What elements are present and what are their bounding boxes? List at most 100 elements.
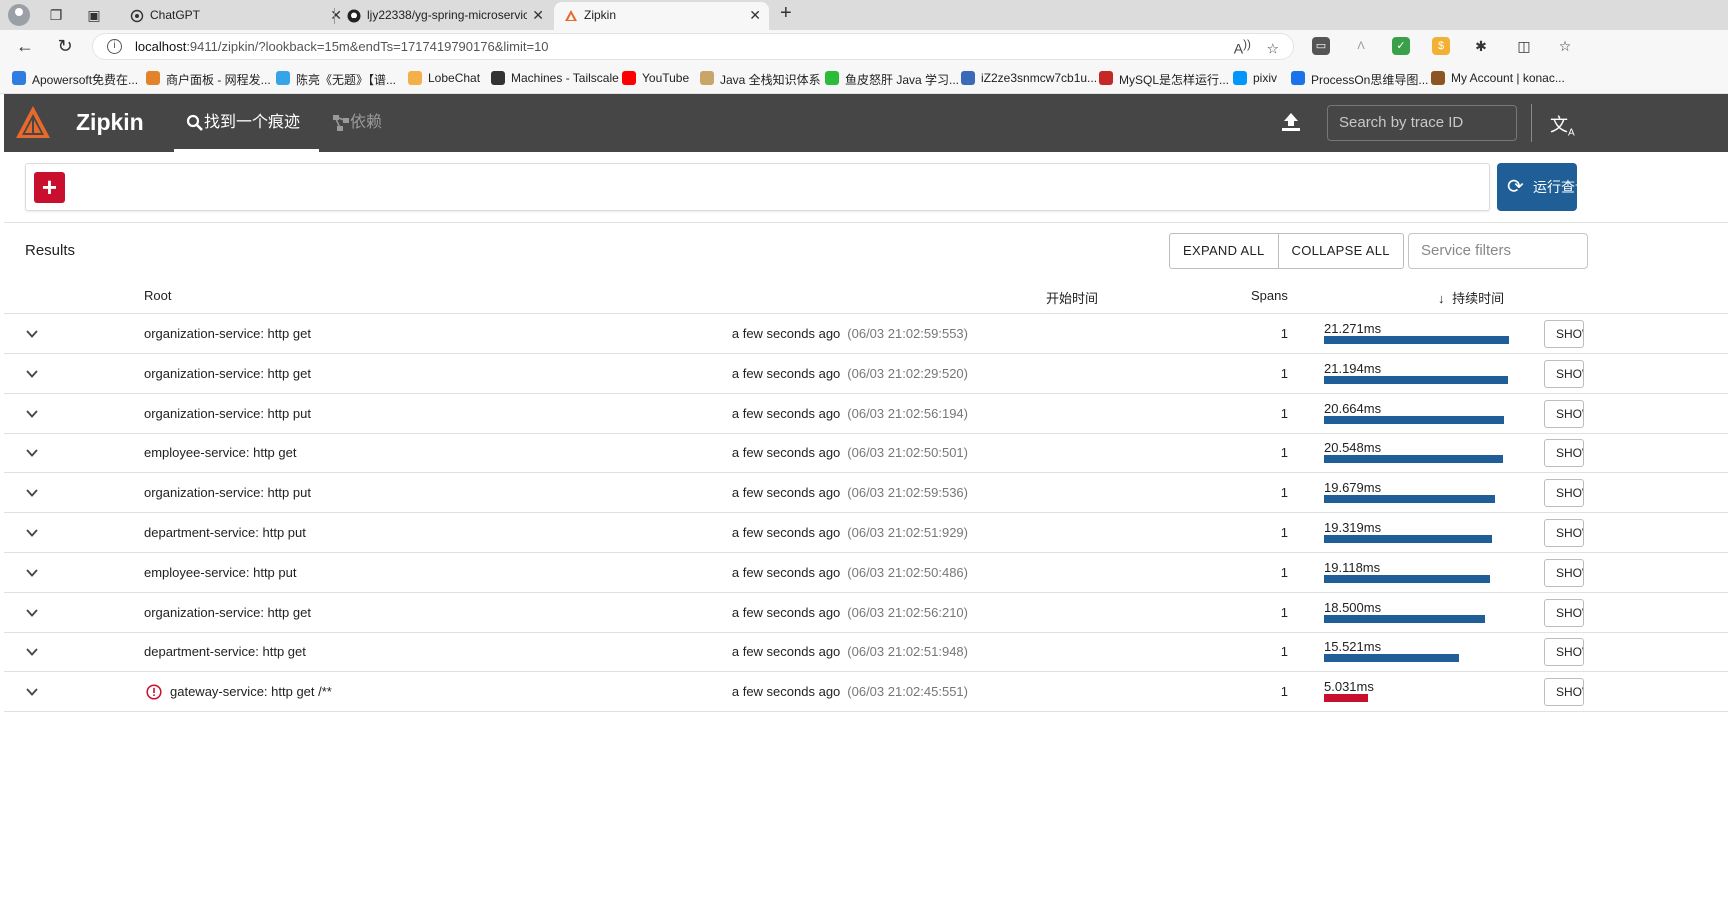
table-row[interactable]: organization-service: http put a few seco… — [4, 473, 1728, 514]
extension-shield-icon[interactable]: ✓ — [1392, 37, 1410, 55]
show-trace-button[interactable]: SHOW — [1544, 598, 1584, 627]
bookmark-item[interactable]: 商户面板 - 网程发... — [146, 71, 271, 88]
bookmark-item[interactable]: 陈亮《无题》【谱... — [276, 71, 396, 88]
chevron-down-icon[interactable] — [26, 368, 38, 380]
split-screen-icon[interactable]: ◫ — [1515, 37, 1533, 55]
table-row[interactable]: department-service: http get a few second… — [4, 632, 1728, 673]
chevron-down-icon[interactable] — [26, 408, 38, 420]
chevron-down-icon[interactable] — [26, 447, 38, 459]
chevron-down-icon[interactable] — [26, 487, 38, 499]
relative-time: a few seconds ago — [731, 564, 841, 580]
nav-dependencies[interactable]: 依赖 — [320, 94, 420, 152]
show-trace-button[interactable]: SHOW — [1544, 638, 1584, 667]
bookmark-item[interactable]: Java 全栈知识体系 — [700, 71, 821, 88]
table-row[interactable]: gateway-service: http get /** a few secon… — [4, 672, 1728, 713]
language-icon[interactable]: 文A — [1550, 111, 1575, 139]
bookmark-favicon-icon — [408, 71, 422, 85]
nav-find-trace[interactable]: 找到一个痕迹 — [174, 94, 319, 152]
duration-bar — [1324, 336, 1509, 344]
vertical-tabs-icon[interactable]: ▣ — [85, 6, 103, 24]
run-query-button[interactable]: ⟳ 运行查询 — [1497, 163, 1577, 211]
show-trace-button[interactable]: SHOW — [1544, 678, 1584, 707]
chevron-down-icon[interactable] — [26, 527, 38, 539]
show-trace-button[interactable]: SHOW — [1544, 320, 1584, 348]
bookmark-item[interactable]: iZ2ze3snmcw7cb1u... — [961, 71, 1097, 85]
refresh-icon: ⟳ — [1507, 176, 1524, 198]
chevron-down-icon[interactable] — [26, 567, 38, 579]
column-duration[interactable]: ↓ 持续时间 — [1438, 288, 1504, 307]
back-arrow-icon[interactable]: ← — [14, 35, 36, 57]
zipkin-logo-icon[interactable] — [14, 104, 52, 142]
show-trace-button[interactable]: SHOW — [1544, 479, 1584, 508]
bookmark-item[interactable]: pixiv — [1233, 71, 1277, 85]
close-tab-icon[interactable]: ✕ — [532, 2, 544, 28]
read-aloud-favorite-icons[interactable]: A)) ☆ — [1234, 38, 1279, 58]
site-info-icon[interactable]: i — [107, 39, 122, 54]
trace-id-search-input[interactable]: Search by trace ID — [1327, 105, 1517, 141]
table-row[interactable]: organization-service: http get a few seco… — [4, 314, 1728, 354]
bookmark-item[interactable]: 鱼皮怒肝 Java 学习... — [825, 71, 959, 88]
table-row[interactable]: organization-service: http put a few seco… — [4, 394, 1728, 434]
bookmark-favicon-icon — [700, 71, 714, 85]
tab-zipkin[interactable]: Zipkin ✕ — [554, 2, 769, 30]
tab-chatgpt[interactable]: ChatGPT ✕ — [120, 2, 350, 30]
absolute-timestamp: (06/03 21:02:59:536) — [847, 485, 968, 501]
favorites-icon[interactable]: ☆ — [1556, 37, 1574, 55]
zipkin-header: Zipkin 找到一个痕迹 依赖 Search by trace ID 文A — [4, 94, 1728, 152]
bookmark-item[interactable]: Apowersoft免费在... — [12, 71, 138, 88]
duration-label: 19.319ms — [1324, 520, 1382, 535]
add-criteria-button[interactable]: + — [34, 172, 65, 203]
bookmark-item[interactable]: YouTube — [622, 71, 689, 85]
bookmark-item[interactable]: MySQL是怎样运行... — [1099, 71, 1229, 88]
search-criteria-bar[interactable]: + — [25, 163, 1490, 211]
reload-icon[interactable]: ↻ — [54, 35, 76, 57]
table-row[interactable]: department-service: http put a few second… — [4, 513, 1728, 553]
tab-title: Zipkin — [584, 8, 617, 22]
bookmark-favicon-icon — [1431, 71, 1445, 85]
trace-root-name: department-service: http put — [144, 525, 306, 540]
chevron-down-icon[interactable] — [26, 607, 38, 619]
chevron-down-icon[interactable] — [26, 328, 38, 340]
collapse-all-button[interactable]: COLLAPSE ALL — [1277, 234, 1403, 268]
column-duration-label: 持续时间 — [1452, 291, 1505, 306]
bookmark-favicon-icon — [1291, 71, 1305, 85]
bookmark-item[interactable]: Machines - Tailscale — [491, 71, 619, 85]
extensions-puzzle-icon[interactable]: ✱ — [1472, 37, 1490, 55]
chevron-down-icon[interactable] — [26, 686, 38, 698]
upload-icon[interactable] — [1280, 111, 1302, 133]
column-start-time[interactable]: 开始时间 — [1046, 288, 1098, 307]
zipkin-brand[interactable]: Zipkin — [76, 109, 144, 136]
extension-screen-icon[interactable]: ▭ — [1312, 37, 1330, 55]
service-filters-input[interactable]: Service filters — [1408, 233, 1588, 269]
expand-all-button[interactable]: EXPAND ALL — [1170, 234, 1278, 268]
column-root[interactable]: Root — [144, 288, 171, 303]
table-row[interactable]: employee-service: http get a few seconds … — [4, 433, 1728, 474]
show-trace-button[interactable]: SHOW — [1544, 399, 1584, 428]
bookmark-label: 商户面板 - 网程发... — [166, 73, 271, 87]
duration-bar — [1324, 654, 1459, 663]
tab-github[interactable]: ljy22338/yg-spring-microservices ✕ — [337, 2, 552, 30]
bookmark-favicon-icon — [12, 71, 26, 85]
chevron-down-icon[interactable] — [26, 646, 38, 658]
new-tab-button[interactable]: + — [780, 2, 792, 25]
show-trace-button[interactable]: SHOW — [1544, 558, 1584, 587]
bookmark-item[interactable]: LobeChat — [408, 71, 480, 85]
table-row[interactable]: employee-service: http put a few seconds … — [4, 553, 1728, 593]
table-row[interactable]: organization-service: http get a few seco… — [4, 593, 1728, 633]
duration-bar — [1324, 375, 1508, 384]
url-text[interactable]: localhost:9411/zipkin/?lookback=15m&endT… — [135, 39, 549, 54]
bookmark-item[interactable]: ProcessOn思维导图... — [1291, 71, 1428, 88]
workspaces-icon[interactable]: ❐ — [47, 6, 65, 24]
show-trace-button[interactable]: SHOW — [1544, 439, 1584, 468]
show-trace-button[interactable]: SHOW — [1544, 519, 1584, 547]
extension-coin-icon[interactable]: $ — [1432, 37, 1450, 55]
show-trace-button[interactable]: SHOW — [1544, 359, 1584, 388]
duration-cell: 19.679ms — [1324, 480, 1524, 506]
column-spans[interactable]: Spans — [1251, 288, 1288, 303]
table-row[interactable]: organization-service: http get a few seco… — [4, 354, 1728, 394]
profile-avatar-icon[interactable] — [8, 4, 30, 26]
extension-a-icon[interactable]: Λ — [1352, 37, 1370, 55]
bookmark-item[interactable]: My Account | konac... — [1431, 71, 1565, 85]
address-bar[interactable]: i localhost:9411/zipkin/?lookback=15m&en… — [92, 33, 1294, 60]
close-tab-icon[interactable]: ✕ — [749, 2, 761, 28]
